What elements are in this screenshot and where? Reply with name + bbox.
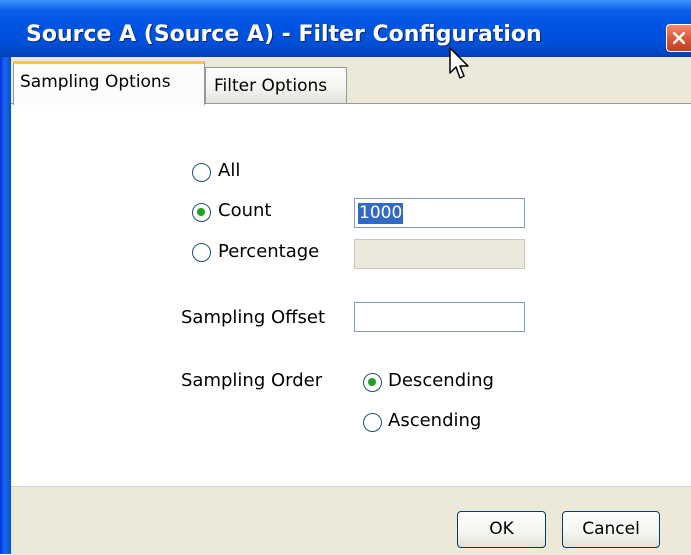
filter-configuration-dialog: Source A (Source A) - Filter Configurati… bbox=[0, 0, 691, 555]
cancel-button[interactable]: Cancel bbox=[562, 511, 660, 548]
tab-label: Filter Options bbox=[214, 76, 328, 96]
mouse-pointer-icon bbox=[449, 47, 469, 79]
title-bar[interactable]: Source A (Source A) - Filter Configurati… bbox=[0, 0, 691, 57]
sampling-order-label: Sampling Order bbox=[181, 370, 323, 391]
tab-filter-options[interactable]: Filter Options bbox=[205, 67, 347, 103]
window-frame-left bbox=[0, 57, 11, 554]
radio-percentage[interactable] bbox=[192, 243, 211, 262]
sampling-offset-input[interactable] bbox=[354, 302, 525, 332]
radio-descending-label: Descending bbox=[388, 370, 494, 391]
radio-all[interactable] bbox=[192, 163, 211, 182]
cancel-button-label: Cancel bbox=[582, 519, 640, 539]
close-button[interactable] bbox=[666, 24, 691, 52]
sampling-options-panel: All Count 1000 Percentage Sampling Offse… bbox=[11, 103, 691, 486]
radio-percentage-label: Percentage bbox=[218, 241, 320, 262]
tab-sampling-options[interactable]: Sampling Options bbox=[13, 61, 205, 105]
ok-button-label: OK bbox=[489, 519, 514, 539]
count-input[interactable]: 1000 bbox=[354, 198, 525, 228]
tab-strip: Sampling Options Filter Options bbox=[11, 57, 691, 105]
radio-descending[interactable] bbox=[363, 373, 382, 392]
tab-label: Sampling Options bbox=[20, 72, 171, 92]
count-value: 1000 bbox=[358, 203, 404, 224]
sampling-offset-label: Sampling Offset bbox=[181, 307, 326, 328]
ok-button[interactable]: OK bbox=[457, 511, 546, 548]
radio-count-label: Count bbox=[218, 200, 272, 221]
radio-count[interactable] bbox=[192, 203, 211, 222]
percentage-input[interactable] bbox=[354, 239, 525, 269]
radio-all-label: All bbox=[218, 160, 241, 181]
button-bar: OK Cancel bbox=[11, 486, 691, 555]
radio-ascending[interactable] bbox=[363, 413, 382, 432]
radio-ascending-label: Ascending bbox=[388, 410, 482, 431]
window-title: Source A (Source A) - Filter Configurati… bbox=[26, 22, 542, 47]
close-icon bbox=[673, 32, 685, 44]
